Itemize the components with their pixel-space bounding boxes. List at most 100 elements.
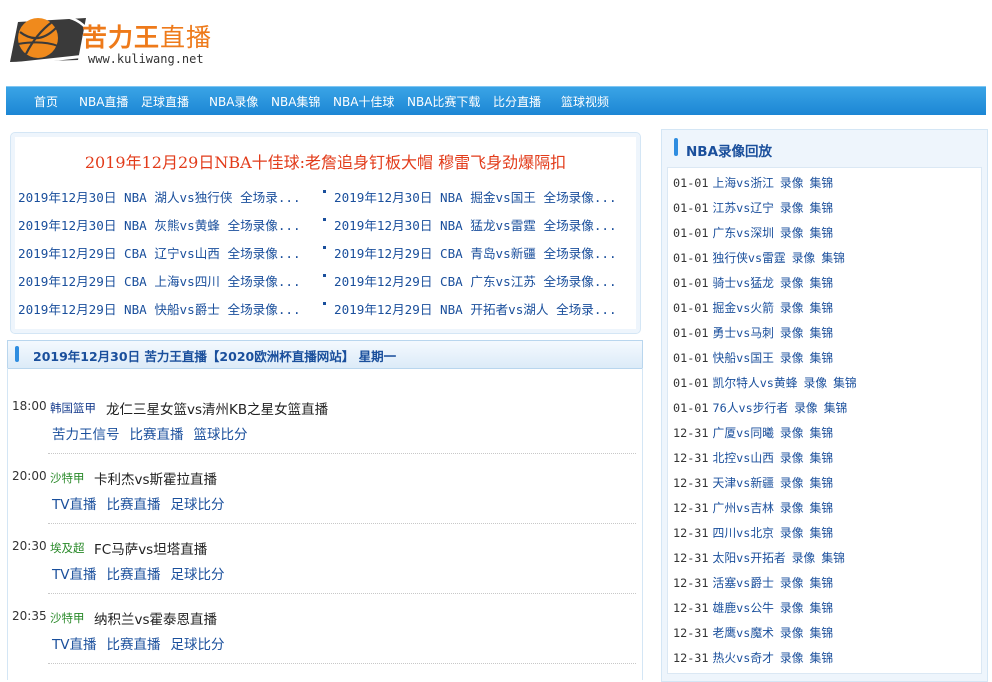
replay-highlights-link[interactable]: 集锦 [810,451,834,465]
replay-video-link[interactable]: 录像 [780,451,804,465]
match-title[interactable]: 纳积兰vs霍泰恩直播 [94,608,217,628]
nav-item-football-live[interactable]: 足球直播 [141,87,189,115]
replay-highlights-link[interactable]: 集锦 [810,651,834,665]
replay-video-link[interactable]: 录像 [780,501,804,515]
replay-teams-link[interactable]: 四川vs北京 [713,526,774,540]
replay-video-link[interactable]: 录像 [780,201,804,215]
news-link-right-2[interactable]: 2019年12月30日 NBA 猛龙vs雷霆 全场录像... [334,215,617,234]
replay-video-link[interactable]: 录像 [780,626,804,640]
match-link[interactable]: 比赛直播 [130,423,184,443]
replay-highlights-link[interactable]: 集锦 [810,301,834,315]
replay-teams-link[interactable]: 快船vs国王 [713,351,774,365]
replay-teams-link[interactable]: 老鹰vs魔术 [713,626,774,640]
headline-title-link[interactable]: 2019年12月29日NBA十佳球:老詹追身钉板大帽 穆雷飞身劲爆隔扣 [11,149,640,173]
match-league[interactable]: 埃及超 [50,540,85,556]
replay-teams-link[interactable]: 北控vs山西 [713,451,774,465]
replay-video-link[interactable]: 录像 [780,526,804,540]
match-link[interactable]: 比赛直播 [106,633,160,653]
replay-video-link[interactable]: 录像 [792,551,816,565]
replay-video-link[interactable]: 录像 [792,251,816,265]
match-link[interactable]: TV直播 [52,493,96,513]
news-link-right-3[interactable]: 2019年12月29日 CBA 青岛vs新疆 全场录像... [334,243,617,262]
news-link-left-1[interactable]: 2019年12月30日 NBA 湖人vs独行侠 全场录... [18,187,301,206]
nav-item-nba-live[interactable]: NBA直播 [79,87,128,115]
replay-highlights-link[interactable]: 集锦 [810,326,834,340]
replay-highlights-link[interactable]: 集锦 [824,401,848,415]
replay-highlights-link[interactable]: 集锦 [810,626,834,640]
news-link-right-4[interactable]: 2019年12月29日 CBA 广东vs江苏 全场录像... [334,271,617,290]
replay-highlights-link[interactable]: 集锦 [810,476,834,490]
match-link[interactable]: 篮球比分 [194,423,248,443]
replay-teams-link[interactable]: 76人vs步行者 [713,401,789,415]
replay-teams-link[interactable]: 广州vs吉林 [713,501,774,515]
match-link[interactable]: 比赛直播 [106,563,160,583]
replay-teams-link[interactable]: 热火vs奇才 [713,651,774,665]
replay-teams-link[interactable]: 太阳vs开拓者 [713,551,786,565]
replay-video-link[interactable]: 录像 [780,326,804,340]
replay-teams-link[interactable]: 广东vs深圳 [713,226,774,240]
replay-video-link[interactable]: 录像 [804,376,828,390]
replay-video-link[interactable]: 录像 [794,401,818,415]
replay-highlights-link[interactable]: 集锦 [810,201,834,215]
match-link[interactable]: TV直播 [52,633,96,653]
nav-item-nba-download[interactable]: NBA比赛下载 [407,87,480,115]
nav-item-score-live[interactable]: 比分直播 [493,87,541,115]
nav-item-nba-replay[interactable]: NBA录像 [209,87,258,115]
replay-teams-link[interactable]: 凯尔特人vs黄蜂 [713,376,798,390]
replay-highlights-link[interactable]: 集锦 [810,176,834,190]
replay-highlights-link[interactable]: 集锦 [810,276,834,290]
news-link-right-5[interactable]: 2019年12月29日 NBA 开拓者vs湖人 全场录... [334,299,617,318]
match-link[interactable]: 比赛直播 [106,493,160,513]
match-title[interactable]: 龙仁三星女篮vs清州KB之星女篮直播 [106,398,328,418]
match-link[interactable]: 足球比分 [170,493,224,513]
replay-highlights-link[interactable]: 集锦 [810,526,834,540]
match-league[interactable]: 韩国篮甲 [50,400,96,416]
replay-video-link[interactable]: 录像 [780,601,804,615]
news-link-left-3[interactable]: 2019年12月29日 CBA 辽宁vs山西 全场录像... [18,243,301,262]
replay-highlights-link[interactable]: 集锦 [810,426,834,440]
replay-highlights-link[interactable]: 集锦 [810,576,834,590]
replay-teams-link[interactable]: 天津vs新疆 [713,476,774,490]
replay-highlights-link[interactable]: 集锦 [810,351,834,365]
match-link[interactable]: TV直播 [52,563,96,583]
match-link[interactable]: 足球比分 [170,633,224,653]
replay-teams-link[interactable]: 活塞vs爵士 [713,576,774,590]
replay-highlights-link[interactable]: 集锦 [833,376,857,390]
replay-video-link[interactable]: 录像 [780,176,804,190]
nav-item-basketball-video[interactable]: 篮球视频 [561,87,609,115]
replay-teams-link[interactable]: 上海vs浙江 [713,176,774,190]
replay-teams-link[interactable]: 骑士vs猛龙 [713,276,774,290]
match-league[interactable]: 沙特甲 [50,610,85,626]
replay-teams-link[interactable]: 江苏vs辽宁 [713,201,774,215]
replay-video-link[interactable]: 录像 [780,301,804,315]
nav-item-nba-highlights[interactable]: NBA集锦 [271,87,320,115]
news-link-left-4[interactable]: 2019年12月29日 CBA 上海vs四川 全场录像... [18,271,301,290]
replay-video-link[interactable]: 录像 [780,476,804,490]
replay-highlights-link[interactable]: 集锦 [810,226,834,240]
replay-teams-link[interactable]: 雄鹿vs公牛 [713,601,774,615]
replay-video-link[interactable]: 录像 [780,226,804,240]
replay-video-link[interactable]: 录像 [780,651,804,665]
basketball-logo-icon[interactable] [8,10,88,66]
news-link-right-1[interactable]: 2019年12月30日 NBA 掘金vs国王 全场录像... [334,187,617,206]
match-league[interactable]: 沙特甲 [50,470,85,486]
site-title[interactable]: 苦力王直播 [82,18,212,54]
replay-teams-link[interactable]: 掘金vs火箭 [713,301,774,315]
match-title[interactable]: FC马萨vs坦塔直播 [94,538,207,558]
replay-highlights-link[interactable]: 集锦 [821,551,845,565]
replay-video-link[interactable]: 录像 [780,576,804,590]
replay-highlights-link[interactable]: 集锦 [810,601,834,615]
nav-item-home[interactable]: 首页 [34,87,58,115]
replay-video-link[interactable]: 录像 [780,276,804,290]
match-link[interactable]: 苦力王信号 [52,423,120,443]
replay-teams-link[interactable]: 勇士vs马刺 [713,326,774,340]
match-link[interactable]: 足球比分 [170,563,224,583]
news-link-left-2[interactable]: 2019年12月30日 NBA 灰熊vs黄蜂 全场录像... [18,215,301,234]
replay-teams-link[interactable]: 广厦vs同曦 [713,426,774,440]
match-title[interactable]: 卡利杰vs斯霍拉直播 [94,468,217,488]
replay-teams-link[interactable]: 独行侠vs雷霆 [713,251,786,265]
replay-video-link[interactable]: 录像 [780,351,804,365]
news-link-left-5[interactable]: 2019年12月29日 NBA 快船vs爵士 全场录像... [18,299,301,318]
replay-highlights-link[interactable]: 集锦 [821,251,845,265]
nav-item-nba-top10[interactable]: NBA十佳球 [333,87,394,115]
